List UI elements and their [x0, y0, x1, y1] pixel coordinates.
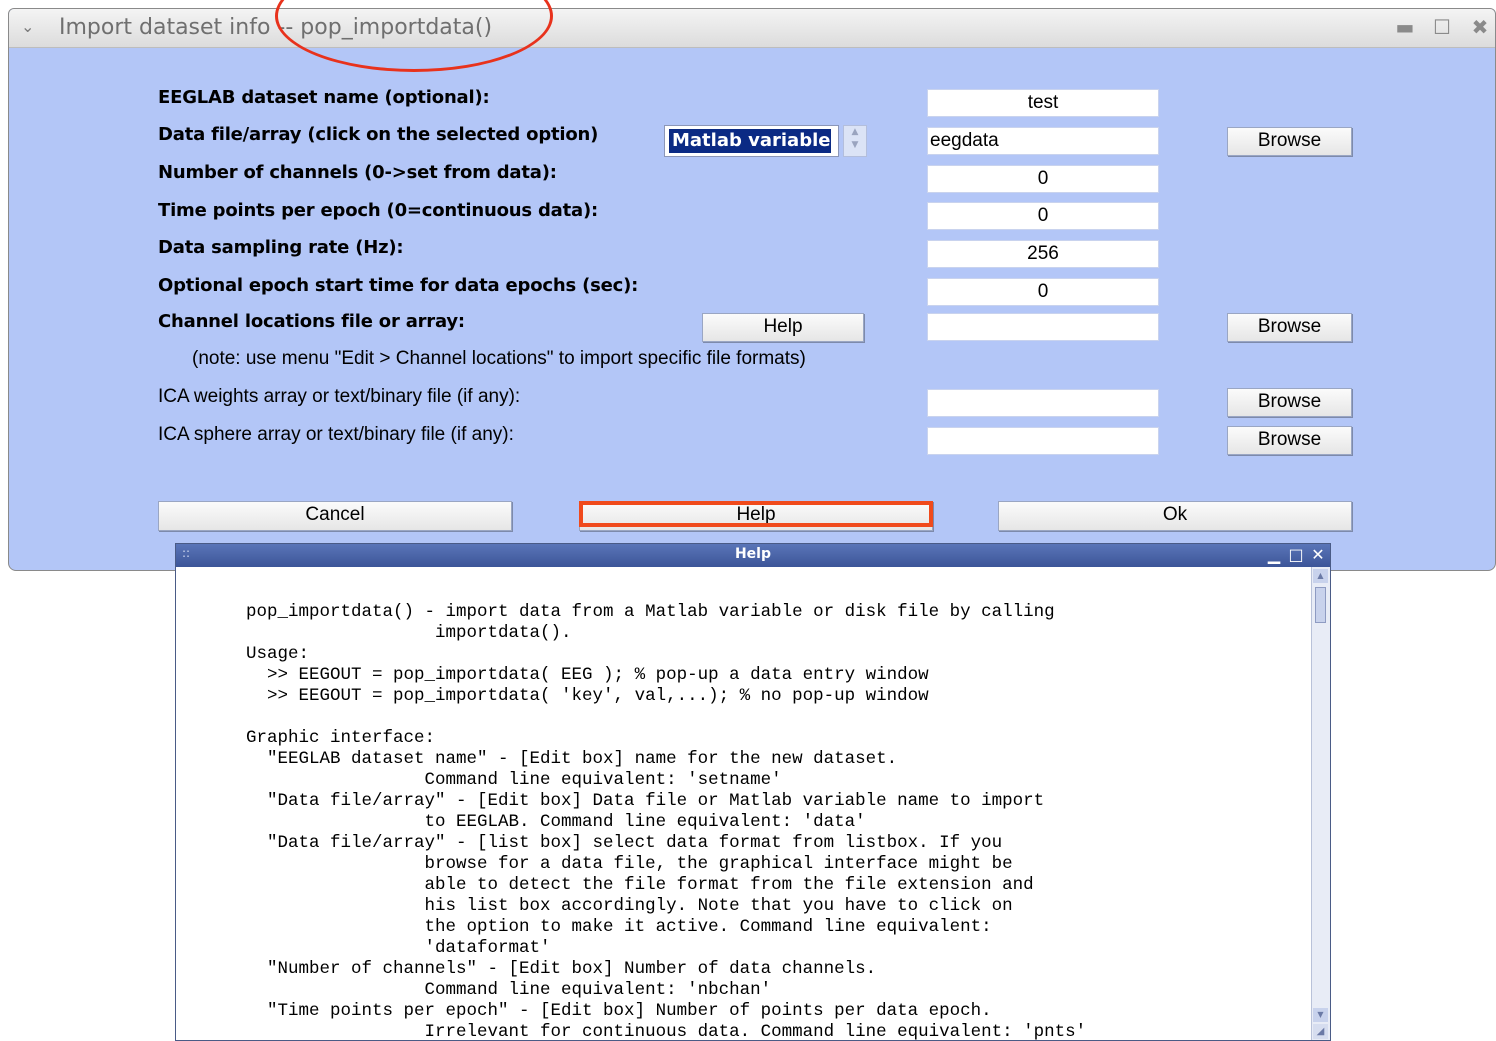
cancel-button[interactable]: Cancel: [158, 501, 512, 531]
title-bar: ⌄ Import dataset info -- pop_importdata(…: [9, 9, 1495, 48]
ica-weights-browse-button[interactable]: Browse: [1227, 388, 1352, 417]
minimize-icon[interactable]: ▬: [1394, 16, 1416, 38]
help-maximize-icon[interactable]: □: [1288, 545, 1304, 564]
time-points-field[interactable]: 0: [927, 202, 1159, 230]
maximize-icon[interactable]: ☐: [1431, 16, 1453, 38]
scroll-thumb[interactable]: [1315, 587, 1326, 623]
data-format-selected: Matlab variable: [669, 129, 831, 153]
ica-sphere-field[interactable]: [927, 427, 1159, 455]
epoch-start-field[interactable]: 0: [927, 278, 1159, 306]
help-close-icon[interactable]: ✕: [1310, 545, 1326, 564]
channels-label: Number of channels (0->set from data):: [158, 162, 557, 183]
ica-sphere-browse-button[interactable]: Browse: [1227, 426, 1352, 455]
epoch-start-label: Optional epoch start time for data epoch…: [158, 275, 639, 296]
data-file-label: Data file/array (click on the selected o…: [158, 124, 599, 145]
help-text-area[interactable]: pop_importdata() - import data from a Ma…: [176, 567, 1312, 1040]
help-scrollbar[interactable]: ▲ ▼ ◢: [1311, 567, 1330, 1040]
help-text: pop_importdata() - import data from a Ma…: [246, 602, 1087, 1040]
ok-button[interactable]: Ok: [998, 501, 1352, 531]
window-menu-chevron-icon[interactable]: ⌄: [21, 18, 39, 36]
data-file-field[interactable]: eegdata: [927, 127, 1159, 155]
import-dataset-window: ⌄ Import dataset info -- pop_importdata(…: [8, 8, 1496, 571]
data-file-browse-button[interactable]: Browse: [1227, 127, 1352, 156]
scroll-down-icon[interactable]: ▼: [1313, 1008, 1328, 1022]
sampling-rate-label: Data sampling rate (Hz):: [158, 237, 404, 258]
data-format-scroll-icon[interactable]: ▲ ▼: [843, 125, 867, 157]
channel-locations-browse-button[interactable]: Browse: [1227, 313, 1352, 342]
scroll-up-icon[interactable]: ▲: [1313, 569, 1328, 583]
sampling-rate-field[interactable]: 256: [927, 240, 1159, 268]
dataset-name-label: EEGLAB dataset name (optional):: [158, 87, 490, 108]
channel-locations-note: (note: use menu "Edit > Channel location…: [192, 348, 806, 369]
help-window-title: Help: [734, 546, 772, 562]
help-minimize-icon[interactable]: ▁: [1266, 545, 1282, 564]
time-points-label: Time points per epoch (0=continuous data…: [158, 200, 599, 221]
ica-sphere-label: ICA sphere array or text/binary file (if…: [158, 424, 514, 445]
data-format-select[interactable]: Matlab variable: [664, 125, 839, 157]
help-title-bar: :: Help ▁ □ ✕: [176, 544, 1330, 567]
dataset-name-field[interactable]: test: [927, 89, 1159, 117]
ica-weights-label: ICA weights array or text/binary file (i…: [158, 386, 521, 407]
resize-grip-icon[interactable]: ◢: [1313, 1024, 1328, 1039]
channel-locations-help-button[interactable]: Help: [702, 313, 864, 342]
help-window: :: Help ▁ □ ✕ pop_importdata() - import …: [175, 543, 1331, 1041]
close-icon[interactable]: ✖: [1469, 16, 1491, 38]
help-button-highlight: [579, 501, 933, 527]
channel-locations-field[interactable]: [927, 313, 1159, 341]
ica-weights-field[interactable]: [927, 389, 1159, 417]
channels-field[interactable]: 0: [927, 165, 1159, 193]
channel-locations-label: Channel locations file or array:: [158, 311, 465, 332]
